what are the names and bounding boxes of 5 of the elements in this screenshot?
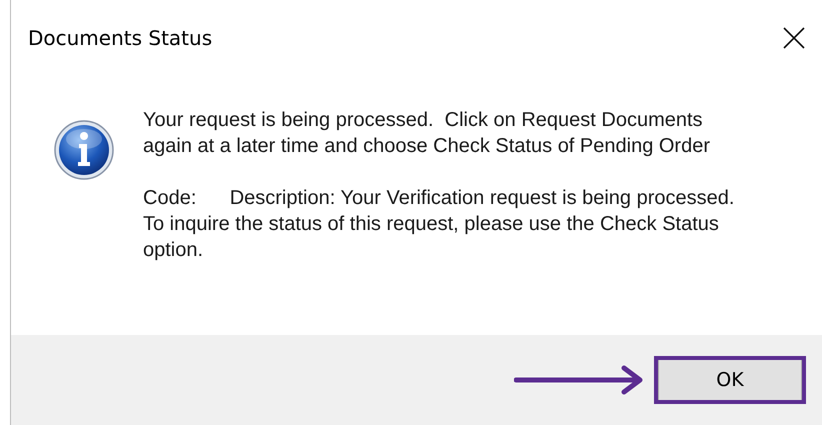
- window-title: Documents Status: [28, 24, 212, 52]
- close-icon: [783, 26, 805, 48]
- message-text: Code: Description: Your Verification request is being processed. To inquire the status of this request, please use the Check Status option.: [143, 186, 736, 263]
- info-icon: [53, 119, 115, 181]
- message-text: Your request is being processed. Click on Request Documents again at a later time and choose Check Status of Pending Order: [143, 108, 712, 159]
